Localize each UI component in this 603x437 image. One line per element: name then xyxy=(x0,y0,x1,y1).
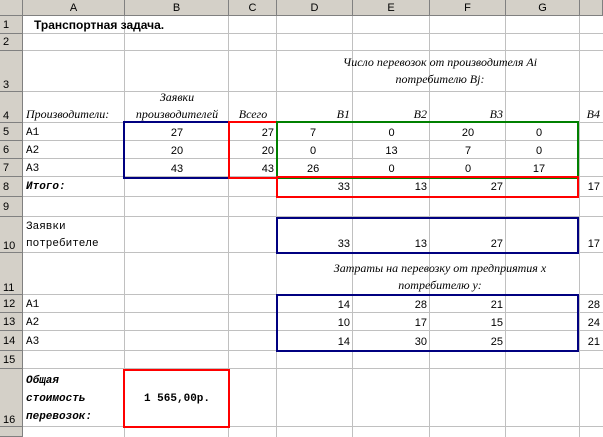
row-header-3[interactable]: 3 xyxy=(0,51,23,92)
row-header-8[interactable]: 8 xyxy=(0,177,23,197)
shipments-header-line2[interactable]: потребителю Bj: xyxy=(277,73,603,86)
row-header-1[interactable]: 1 xyxy=(0,16,23,34)
gridline xyxy=(23,368,603,369)
column-header-e[interactable]: E xyxy=(353,0,430,16)
itogo-box xyxy=(276,176,579,198)
producers-label[interactable]: Производители: xyxy=(23,108,112,121)
consumer-requests-label-line2[interactable]: потребителе xyxy=(23,238,102,251)
producer-a2[interactable]: A2 xyxy=(23,145,42,158)
row-header-14[interactable]: 14 xyxy=(0,331,23,351)
shipments-header-line1[interactable]: Число перевозок от производителя Ai xyxy=(277,56,603,69)
shipments-matrix-box xyxy=(276,121,579,179)
gridline xyxy=(23,33,603,34)
sheet-title[interactable]: Транспортная задача. xyxy=(31,19,167,32)
row-header-17[interactable] xyxy=(0,427,23,437)
column-header-g[interactable]: G xyxy=(506,0,580,16)
row-header-4[interactable]: 4 xyxy=(0,92,23,123)
total-cost-label-line2[interactable]: стоимость xyxy=(23,393,88,406)
row-header-2[interactable]: 2 xyxy=(0,34,23,51)
gridline xyxy=(23,426,603,427)
costs-header-line1[interactable]: Затраты на перевозку от предприятия х xyxy=(277,262,603,275)
select-all-corner[interactable] xyxy=(0,0,23,16)
column-header-c[interactable]: C xyxy=(229,0,277,16)
column-header-b[interactable]: B xyxy=(125,0,229,16)
row-header-13[interactable]: 13 xyxy=(0,313,23,331)
cost-producer-a1[interactable]: A1 xyxy=(23,299,42,312)
producer-requests-box xyxy=(123,121,230,179)
consumer-b3-header[interactable]: B3 xyxy=(430,108,506,121)
requests-header-line2[interactable]: производителей xyxy=(125,108,229,121)
total-cost-box xyxy=(123,369,230,428)
row-header-9[interactable]: 9 xyxy=(0,197,23,217)
column-header-h[interactable] xyxy=(580,0,603,16)
total-header[interactable]: Всего xyxy=(229,108,277,121)
producer-a1[interactable]: A1 xyxy=(23,127,42,140)
row-header-6[interactable]: 6 xyxy=(0,141,23,159)
row-header-15[interactable]: 15 xyxy=(0,351,23,369)
consumer-requests-box xyxy=(276,217,579,254)
total-cost-label-line3[interactable]: перевозок: xyxy=(23,411,95,424)
total-cost-label-line1[interactable]: Общая xyxy=(23,375,62,388)
itogo-label[interactable]: Итого: xyxy=(23,181,69,194)
row-header-10[interactable]: 10 xyxy=(0,217,23,253)
requests-header-line1[interactable]: Заявки xyxy=(125,91,229,104)
cost-producer-a2[interactable]: A2 xyxy=(23,317,42,330)
row-header-12[interactable]: 12 xyxy=(0,295,23,313)
row-header-16[interactable]: 16 xyxy=(0,369,23,427)
column-header-d[interactable]: D xyxy=(277,0,353,16)
producer-totals-box xyxy=(228,121,278,179)
gridline xyxy=(23,50,603,51)
costs-matrix-box xyxy=(276,294,579,352)
producer-a3[interactable]: A3 xyxy=(23,163,42,176)
column-header-a[interactable]: A xyxy=(23,0,125,16)
consumer-b2-header[interactable]: B2 xyxy=(353,108,430,121)
row-header-7[interactable]: 7 xyxy=(0,159,23,177)
gridline xyxy=(23,91,603,92)
column-header-f[interactable]: F xyxy=(430,0,506,16)
consumer-requests-label-line1[interactable]: Заявки xyxy=(23,221,69,234)
row-header-5[interactable]: 5 xyxy=(0,123,23,141)
costs-header-line2[interactable]: потребителю у: xyxy=(277,279,603,292)
row-header-11[interactable]: 11 xyxy=(0,253,23,295)
consumer-b4-header[interactable]: B4 xyxy=(506,108,603,121)
cost-producer-a3[interactable]: A3 xyxy=(23,336,42,349)
consumer-b1-header[interactable]: B1 xyxy=(277,108,353,121)
